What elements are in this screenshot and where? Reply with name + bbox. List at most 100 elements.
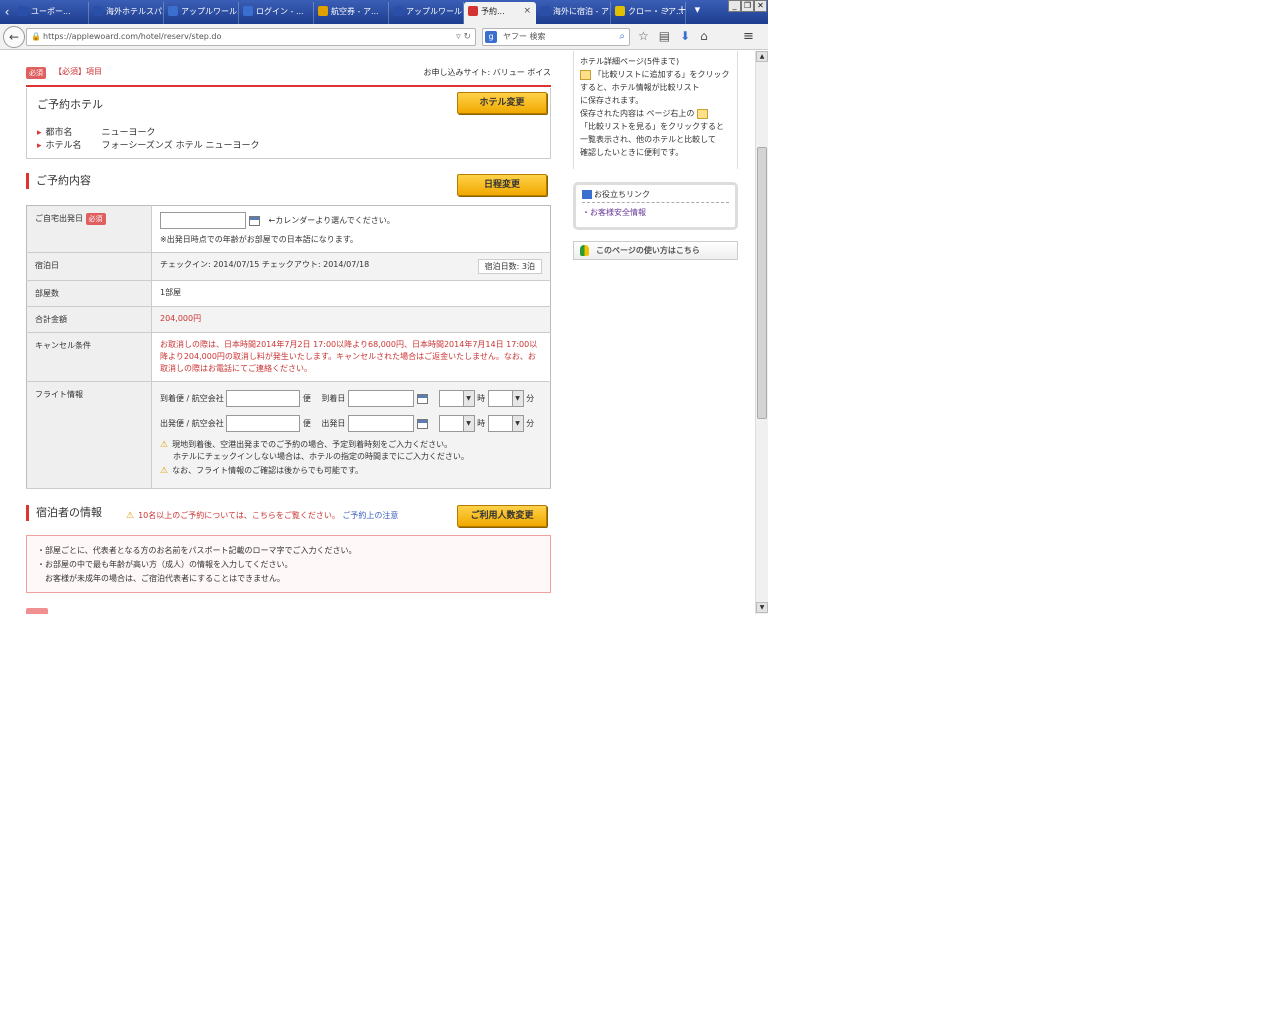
bullet-arrow-icon: ▸ bbox=[37, 141, 42, 151]
help-line: 保存された内容は ページ右上の bbox=[580, 107, 731, 120]
back-arrow-icon: ← bbox=[8, 30, 20, 44]
tab-list: ユーポー... 海外ホテルスパ... アップルワール... ログイン - ... 航空券… bbox=[14, 2, 686, 24]
required-text: 【必須】項目 bbox=[54, 67, 102, 76]
window-controls: _ ❐ ✕ bbox=[728, 0, 767, 12]
departure-date-label: 出発日 bbox=[321, 419, 346, 428]
tab-list-dropdown-icon[interactable]: ▾ bbox=[695, 3, 701, 16]
favicon-icon bbox=[615, 6, 625, 16]
favicon-icon bbox=[243, 6, 253, 16]
nights-badge: 宿泊日数: 3泊 bbox=[477, 259, 542, 274]
help-line: 一覧表示され、他のホテルと比較して bbox=[580, 135, 716, 144]
minute-unit: 分 bbox=[526, 394, 535, 403]
arrival-flight-label: 到着便 / 航空会社 bbox=[160, 394, 224, 403]
vertical-scrollbar[interactable]: ▲ ▼ bbox=[755, 51, 768, 614]
plan-name: お申し込みサイト: バリュー ボイス bbox=[423, 68, 551, 77]
search-icon[interactable]: ⌕ bbox=[619, 29, 625, 45]
beginner-leaf-icon bbox=[580, 245, 589, 256]
minimize-icon[interactable]: _ bbox=[728, 0, 741, 12]
flight-unit: 便 bbox=[302, 394, 311, 403]
arrival-flight-input[interactable] bbox=[226, 390, 301, 407]
departure-label-cell: ご自宅出発日 必須 bbox=[26, 205, 152, 253]
hotel-name-label: ホテル名 bbox=[45, 141, 82, 151]
guest-notes: ・部屋ごとに、代表者となる方のお名前をパスポート記載のローマ字でご入力ください。… bbox=[26, 535, 551, 593]
browser-tab[interactable]: アップルワールド... bbox=[389, 2, 464, 24]
departure-hour-select[interactable] bbox=[438, 415, 475, 432]
tab-close-icon[interactable]: × bbox=[523, 6, 531, 16]
tab-label: ログイン - ... bbox=[256, 7, 304, 16]
scroll-down-icon[interactable]: ▼ bbox=[756, 602, 768, 613]
page-howto-label: このページの使い方はこちら bbox=[596, 246, 700, 255]
help-line: に保存されます。 bbox=[580, 96, 644, 105]
browser-tab[interactable]: 海外に宿泊 - ア... bbox=[536, 2, 611, 24]
guest-warning: ⚠ 10名以上のご予約については、こちらをご覧ください。 ご予約上の注意 bbox=[126, 510, 398, 521]
departure-flight-input[interactable] bbox=[226, 415, 301, 432]
calendar-icon[interactable] bbox=[249, 215, 260, 226]
close-window-icon[interactable]: ✕ bbox=[754, 0, 767, 12]
search-engine-icon[interactable]: g bbox=[485, 31, 497, 43]
scroll-up-icon[interactable]: ▲ bbox=[756, 51, 768, 62]
hotel-change-button[interactable]: ホテル変更 bbox=[457, 92, 547, 114]
reload-icon[interactable]: ▿ ↻ bbox=[456, 29, 471, 45]
menu-icon[interactable]: ≡ bbox=[743, 29, 754, 44]
search-bar[interactable]: g ヤフー 検索 ⌕ bbox=[482, 28, 630, 46]
stay-value: チェックイン: 2014/07/15 チェックアウト: 2014/07/18 bbox=[160, 260, 370, 269]
browser-tab[interactable]: 海外ホテルスパ... bbox=[89, 2, 164, 24]
safety-info-link[interactable]: ・お客様安全情報 bbox=[582, 207, 729, 218]
tab-label: アップルワール... bbox=[181, 7, 239, 16]
favicon-icon bbox=[168, 6, 178, 16]
memo-icon bbox=[580, 69, 591, 80]
memo-icon bbox=[696, 108, 708, 119]
tab-scroll-left-icon[interactable]: ‹ bbox=[0, 2, 14, 22]
departure-flight-row: 出発便 / 航空会社 便 出発日 時 分 bbox=[160, 415, 542, 432]
bullet-arrow-icon: ▸ bbox=[37, 128, 42, 138]
tab-label: 海外に宿泊 - ア... bbox=[553, 7, 611, 16]
tab-scroll-right-icon[interactable]: › bbox=[665, 3, 669, 16]
scroll-thumb[interactable] bbox=[757, 147, 767, 419]
help-line: 確認したいときに便利です。 bbox=[580, 148, 684, 157]
calendar-icon[interactable] bbox=[416, 418, 428, 429]
guest-note-line: ・お部屋の中で最も年齢が高い方（成人）の情報を入力してください。 bbox=[37, 560, 293, 569]
browser-tab[interactable]: 予約... × bbox=[464, 2, 536, 24]
city-label: 都市名 bbox=[45, 128, 73, 138]
browser-tab[interactable]: アップルワール... bbox=[164, 2, 239, 24]
arrival-flight-row: 到着便 / 航空会社 便 到着日 時 分 bbox=[160, 390, 542, 407]
browser-tab[interactable]: ログイン - ... bbox=[239, 2, 314, 24]
arrival-minute-select[interactable] bbox=[487, 390, 524, 407]
toolbar-icons: ☆ ▤ ⬇ ⌂ bbox=[638, 29, 708, 43]
restore-icon[interactable]: ❐ bbox=[741, 0, 754, 12]
hour-unit: 時 bbox=[477, 419, 486, 428]
city-row: ▸ 都市名 ニューヨーク bbox=[37, 125, 156, 138]
cancel-label: キャンセル条件 bbox=[26, 332, 152, 382]
date-change-button[interactable]: 日程変更 bbox=[457, 174, 547, 196]
city-value: ニューヨーク bbox=[101, 128, 156, 138]
departure-date-input[interactable] bbox=[160, 212, 246, 229]
booking-form: ご自宅出発日 必須 ←カレンダーより選んでください。 ※出発日時点での年齢がお部… bbox=[26, 205, 551, 489]
url-bar[interactable]: 🔒 https://applewoard.com/hotel/reserv/st… bbox=[26, 28, 476, 46]
departure-value-cell: ←カレンダーより選んでください。 ※出発日時点での年齢がお部屋での日本語になりま… bbox=[151, 205, 551, 253]
flight-label: フライト情報 bbox=[26, 381, 152, 489]
home-icon[interactable]: ⌂ bbox=[700, 29, 708, 43]
help-line: 「比較リストを見る」をクリックすると bbox=[580, 122, 724, 131]
flight-warning-1b: ホテルにチェックインしない場合は、ホテルの指定の時間までにご入力ください。 bbox=[173, 452, 469, 461]
back-button[interactable]: ← bbox=[3, 26, 25, 48]
browser-tab[interactable]: 航空券 - ア... bbox=[314, 2, 389, 24]
departure-flight-date-input[interactable] bbox=[347, 415, 414, 432]
page-howto-button[interactable]: このページの使い方はこちら bbox=[573, 241, 738, 260]
guest-count-change-button[interactable]: ご利用人数変更 bbox=[457, 505, 547, 527]
bookmarks-icon[interactable]: ▤ bbox=[659, 29, 670, 43]
new-tab-icon[interactable]: + bbox=[677, 3, 686, 16]
arrival-hour-select[interactable] bbox=[438, 390, 475, 407]
departure-flight-label: 出発便 / 航空会社 bbox=[160, 419, 224, 428]
browser-tab[interactable]: ユーポー... bbox=[14, 2, 89, 24]
calendar-icon[interactable] bbox=[416, 393, 428, 404]
bookmark-star-icon[interactable]: ☆ bbox=[638, 29, 649, 43]
arrival-date-input[interactable] bbox=[347, 390, 414, 407]
warning-icon: ⚠ bbox=[160, 466, 169, 476]
download-icon[interactable]: ⬇ bbox=[680, 29, 690, 43]
stay-label: 宿泊日 bbox=[26, 252, 152, 281]
nav-bar: ← 🔒 https://applewoard.com/hotel/reserv/… bbox=[0, 24, 768, 50]
rooms-value: 1部屋 bbox=[151, 280, 551, 307]
guest-warning-link[interactable]: ご予約上の注意 bbox=[342, 511, 398, 520]
favicon-icon bbox=[468, 6, 478, 16]
departure-minute-select[interactable] bbox=[487, 415, 524, 432]
